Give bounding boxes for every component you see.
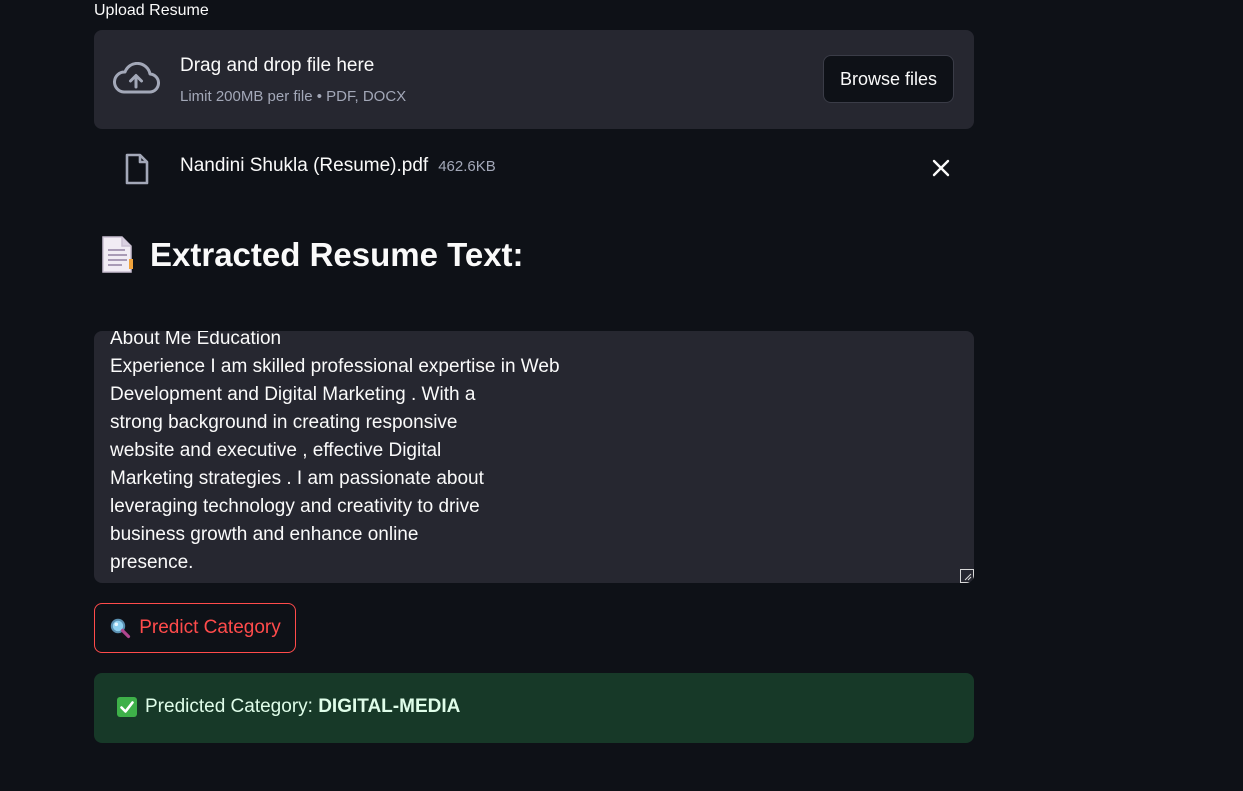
check-mark-icon bbox=[117, 697, 137, 717]
upload-resume-label: Upload Resume bbox=[94, 2, 209, 19]
section-title-text: Extracted Resume Text: bbox=[150, 236, 524, 273]
browse-files-button[interactable]: Browse files bbox=[823, 55, 954, 103]
file-dropzone[interactable]: Drag and drop file here Limit 200MB per … bbox=[94, 30, 974, 129]
file-size: 462.6KB bbox=[438, 158, 496, 175]
predicted-category-value: DIGITAL-MEDIA bbox=[318, 696, 461, 717]
close-icon[interactable] bbox=[930, 157, 952, 179]
predict-category-button[interactable]: Predict Category bbox=[94, 603, 296, 653]
dropzone-limit-text: Limit 200MB per file • PDF, DOCX bbox=[180, 88, 407, 105]
cloud-upload-icon bbox=[113, 62, 160, 94]
page: Upload Resume Drag and drop file here Li… bbox=[0, 0, 1243, 791]
prediction-result-text: Predicted Category: DIGITAL-MEDIA bbox=[145, 695, 460, 719]
magnifying-glass-icon bbox=[111, 618, 131, 639]
predict-button-label: Predict Category bbox=[139, 617, 281, 638]
result-prefix: Predicted Category: bbox=[145, 696, 313, 717]
resume-text-area[interactable]: About Me Education Experience I am skill… bbox=[94, 331, 974, 583]
resume-text-content: About Me Education Experience I am skill… bbox=[110, 331, 560, 573]
file-name-text: Nandini Shukla (Resume).pdf bbox=[180, 155, 429, 176]
resize-handle-icon[interactable] bbox=[960, 569, 974, 583]
page-facing-up-icon bbox=[102, 236, 133, 273]
file-icon bbox=[125, 153, 149, 185]
dropzone-title: Drag and drop file here bbox=[180, 55, 375, 76]
extracted-text-heading: Extracted Resume Text: bbox=[98, 232, 524, 278]
prediction-result-alert: Predicted Category: DIGITAL-MEDIA bbox=[94, 673, 974, 743]
uploaded-file-name: Nandini Shukla (Resume).pdf 462.6KB bbox=[180, 154, 496, 179]
uploaded-file-row: Nandini Shukla (Resume).pdf 462.6KB bbox=[94, 143, 974, 191]
